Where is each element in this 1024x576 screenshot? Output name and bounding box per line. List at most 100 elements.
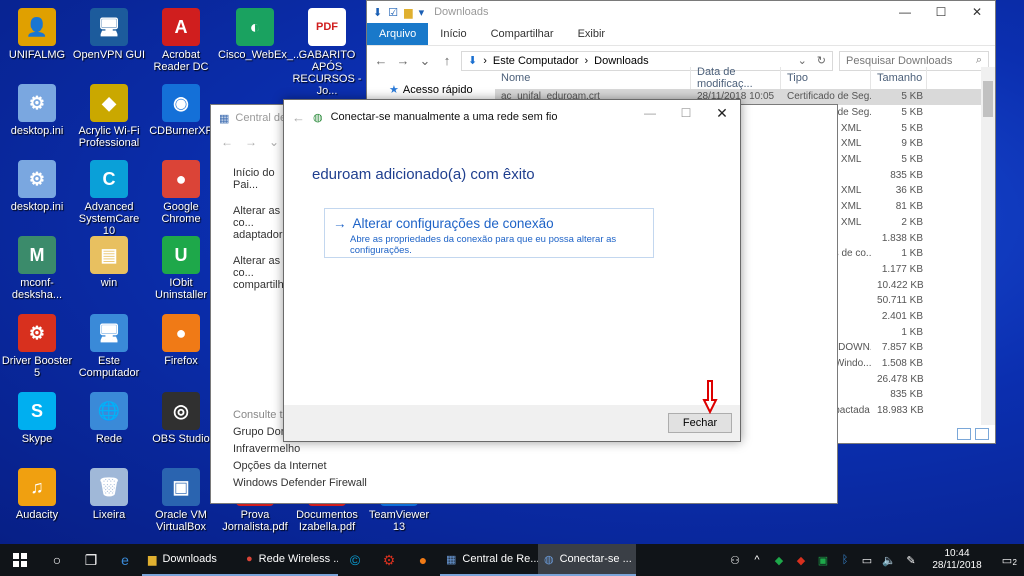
network-icon[interactable]: ▭	[860, 554, 874, 567]
chevron-down-icon[interactable]: ▾	[419, 6, 425, 19]
nav-quick-access[interactable]: ★ Acesso rápido	[389, 83, 495, 97]
desktop-icon[interactable]: ▤ win	[72, 236, 146, 289]
forward-arrow-icon[interactable]: →	[395, 53, 411, 68]
tab-exibir[interactable]: Exibir	[566, 23, 618, 45]
column-type[interactable]: Tipo	[781, 67, 871, 89]
desktop-icon[interactable]: ♫ Audacity	[0, 468, 74, 521]
maximize-button[interactable]: ☐	[923, 1, 959, 23]
desktop-icon[interactable]: 🗑 Lixeira	[72, 468, 146, 521]
back-arrow-icon[interactable]: ←	[221, 135, 233, 149]
column-size[interactable]: Tamanho	[871, 67, 927, 89]
sidebar-link-home[interactable]: Início do Pai...	[233, 167, 285, 191]
desktop-icon[interactable]: U IObit Uninstaller	[144, 236, 218, 301]
column-date[interactable]: Data de modificaç...	[691, 66, 781, 90]
minimize-button[interactable]: —	[632, 100, 668, 126]
dropdown-chevron-icon[interactable]: ⌄	[798, 54, 807, 67]
see-also-internet-options[interactable]: Opções da Internet	[233, 458, 367, 475]
search-circle-icon[interactable]: ○	[40, 544, 74, 576]
driver-booster-icon[interactable]: ⚙	[372, 544, 406, 576]
task-view-icon[interactable]: ❐	[74, 544, 108, 576]
tab-compartilhar[interactable]: Compartilhar	[479, 23, 566, 45]
connect-wireless-dialog[interactable]: ← ◍ Conectar-se manualmente a uma rede s…	[283, 99, 741, 442]
desktop-icon[interactable]: 🖥 OpenVPN GUI	[72, 8, 146, 61]
clock[interactable]: 10:44 28/11/2018	[926, 548, 988, 572]
desktop-icon[interactable]: 🌐 Rede	[72, 392, 146, 445]
edge-icon[interactable]: e	[108, 544, 142, 576]
desktop-icon[interactable]: ⚙ desktop.ini	[0, 160, 74, 213]
desktop-icon-image: ●	[162, 314, 200, 352]
desktop-icon[interactable]: Mmconf-desksha...	[0, 236, 74, 301]
notification-center-icon[interactable]: ▭ 2	[996, 554, 1018, 567]
close-button[interactable]: ✕	[704, 100, 740, 126]
desktop-icon-label: Lixeira	[92, 509, 126, 521]
advanced-systemcare-icon[interactable]: ©	[338, 544, 372, 576]
details-view-icon[interactable]	[957, 428, 971, 440]
desktop-icon[interactable]: 👤 UNIFALMG	[0, 8, 74, 61]
wireless-network-icon: ◍	[544, 553, 554, 566]
download-folder-icon: ⬇	[468, 55, 478, 67]
back-arrow-icon[interactable]: ←	[373, 53, 389, 68]
chevron-down-icon[interactable]: ⌄	[269, 135, 279, 149]
desktop-icon[interactable]: ⚙ Driver Booster 5	[0, 314, 74, 379]
desktop-icon-label: Documentos Izabella.pdf	[296, 509, 358, 533]
desktop-icon[interactable]: ⚙ desktop.ini	[0, 84, 74, 137]
tab-inicio[interactable]: Início	[428, 23, 478, 45]
sidebar-link-adapter[interactable]: Alterar as co... adaptador	[233, 205, 285, 241]
scrollbar-thumb[interactable]	[983, 81, 993, 117]
tray-app-icon[interactable]: ◆	[794, 554, 808, 567]
pen-icon[interactable]: ✎	[904, 554, 918, 567]
tab-arquivo[interactable]: Arquivo	[367, 23, 429, 45]
column-name[interactable]: Nome	[495, 67, 691, 89]
properties-icon[interactable]: ☑	[388, 6, 398, 19]
back-arrow-icon[interactable]: ←	[292, 110, 305, 125]
tray-app-icon[interactable]: ▣	[816, 554, 830, 567]
down-arrow-icon[interactable]: ⬇	[373, 6, 382, 19]
change-connection-settings-link[interactable]: → Alterar configurações de conexão Abre …	[324, 208, 654, 258]
up-arrow-icon[interactable]: ↑	[439, 53, 455, 68]
desktop-icon[interactable]: 🖥 Este Computador	[72, 314, 146, 379]
tray-app-icon[interactable]: ◆	[772, 554, 786, 567]
refresh-icon[interactable]: ↻	[817, 54, 826, 67]
desktop-icon[interactable]: ◉ CDBurnerXP	[144, 84, 218, 137]
desktop-icon[interactable]: A Acrobat Reader DC	[144, 8, 218, 73]
desktop-icon[interactable]: S Skype	[0, 392, 74, 445]
breadcrumb-downloads[interactable]: Downloads	[594, 55, 648, 67]
people-icon[interactable]: ⚇	[728, 554, 742, 567]
desktop-icon-image: ◉	[162, 84, 200, 122]
vertical-scrollbar[interactable]	[981, 67, 995, 425]
volume-icon[interactable]: 🔈	[882, 554, 896, 567]
taskbar-app-downloads[interactable]: ▆ Downloads	[142, 544, 240, 576]
taskbar-app-network-center[interactable]: ▦ Central de Re...	[440, 544, 538, 576]
desktop-icon[interactable]: ● Firefox	[144, 314, 218, 367]
breadcrumb-this-pc[interactable]: Este Computador	[493, 55, 579, 67]
minimize-button[interactable]: —	[887, 1, 923, 23]
folder-icon[interactable]: ▆	[404, 6, 412, 19]
desktop-icon[interactable]: PDF GABARITO APÓS RECURSOS - Jo...	[290, 8, 364, 97]
taskbar-app-chrome[interactable]: ● Rede Wireless ...	[240, 544, 338, 576]
desktop-icon-image: ⚙	[18, 160, 56, 198]
desktop-icon-label: Este Computador	[78, 355, 140, 379]
desktop-icon-label: Advanced SystemCare 10	[78, 201, 140, 237]
desktop-icon[interactable]: ◐ Cisco_WebEx_...	[218, 8, 302, 61]
search-input[interactable]: Pesquisar Downloads	[846, 55, 952, 67]
desktop-icon-label: IObit Uninstaller	[155, 277, 207, 301]
see-also-firewall[interactable]: Windows Defender Firewall	[233, 475, 367, 492]
desktop-icon-label: Driver Booster 5	[1, 355, 73, 379]
large-icons-view-icon[interactable]	[975, 428, 989, 440]
taskbar-app-connect[interactable]: ◍ Conectar-se ...	[538, 544, 636, 576]
maximize-button[interactable]: ☐	[668, 100, 704, 126]
desktop-icon[interactable]: ● Google Chrome	[144, 160, 218, 225]
sidebar-link-sharing[interactable]: Alterar as co... compartilhar...	[233, 255, 302, 291]
firefox-icon[interactable]: ●	[406, 544, 440, 576]
bluetooth-icon[interactable]: ᛒ	[838, 554, 852, 566]
show-hidden-icons-chevron-icon[interactable]: ^	[750, 554, 764, 566]
desktop-icon[interactable]: ▣ Oracle VM VirtualBox	[144, 468, 218, 533]
close-dialog-button[interactable]: Fechar	[668, 413, 732, 433]
desktop-icon[interactable]: ◎ OBS Studio	[144, 392, 218, 445]
forward-arrow-icon[interactable]: →	[245, 135, 257, 149]
desktop-icon[interactable]: C Advanced SystemCare 10	[72, 160, 146, 237]
see-also-infrared[interactable]: Infravermelho	[233, 441, 367, 458]
start-button[interactable]	[0, 544, 40, 576]
desktop-icon[interactable]: ◆ Acrylic Wi-Fi Professional	[72, 84, 146, 149]
close-button[interactable]: ✕	[959, 1, 995, 23]
